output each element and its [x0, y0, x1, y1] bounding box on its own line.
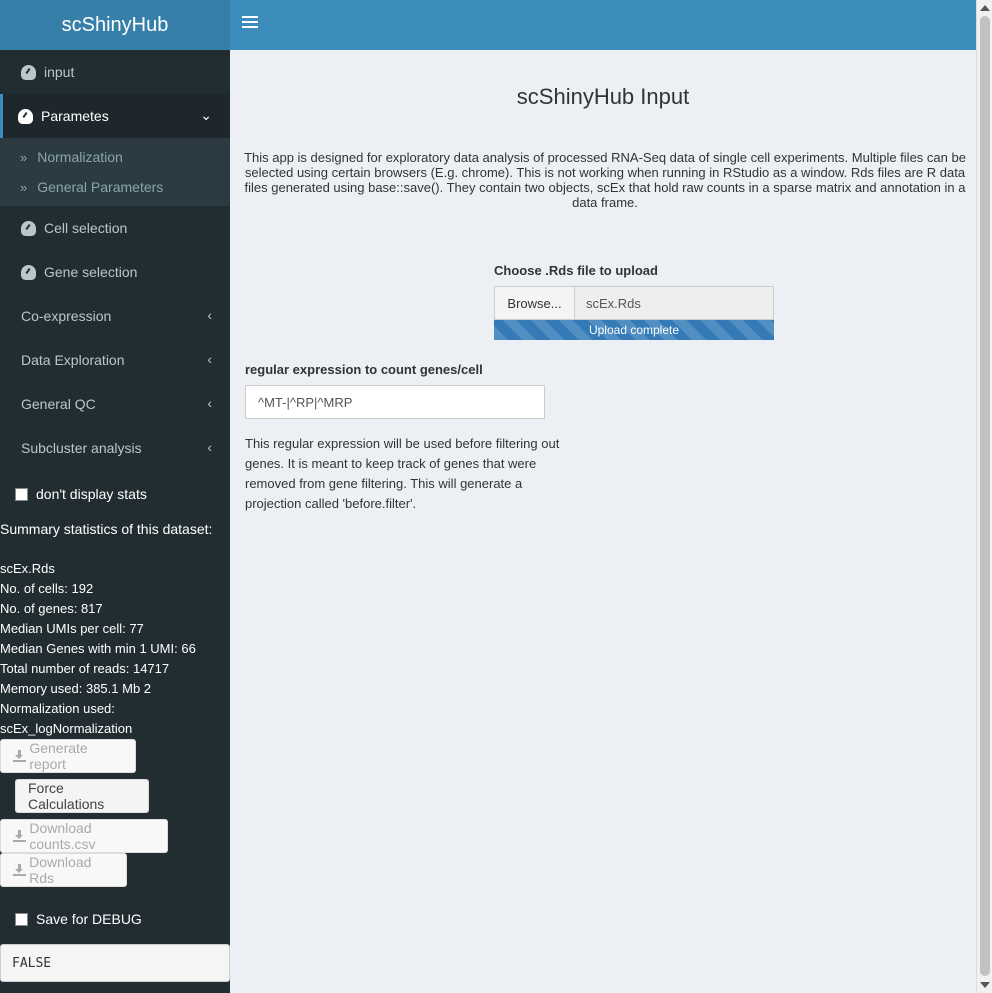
- parametes-submenu: » Normalization » General Parameters: [0, 138, 230, 206]
- sidebar-item-gene-selection[interactable]: Gene selection: [0, 250, 230, 294]
- file-upload: Browse... scEx.Rds: [494, 286, 774, 320]
- upload-label: Choose .Rds file to upload: [494, 263, 658, 278]
- sidebar-item-parametes[interactable]: Parametes ⌄: [0, 94, 230, 138]
- dashboard-icon: [21, 264, 36, 280]
- chevron-left-icon: ‹: [207, 351, 212, 367]
- sidebar-item-general-qc[interactable]: General QC ‹: [0, 382, 230, 426]
- sidebar-subitem-label: General Parameters: [37, 179, 164, 195]
- sidebar-item-cell-selection[interactable]: Cell selection: [0, 206, 230, 250]
- download-icon: [13, 864, 26, 876]
- stat-line: scEx.Rds: [0, 561, 55, 576]
- sidebar-item-label: Subcluster analysis: [21, 440, 142, 456]
- double-chevron-right-icon: »: [20, 149, 28, 165]
- stat-line: Normalization used:: [0, 701, 115, 716]
- main-content: scShinyHub Input This app is designed fo…: [230, 50, 976, 993]
- sidebar: input Parametes ⌄ » Normalization » General…: [0, 50, 230, 993]
- sidebar-subitem-general-parameters[interactable]: » General Parameters: [0, 172, 230, 202]
- stat-line: No. of cells: 192: [0, 581, 94, 596]
- stat-line: Total number of reads: 14717: [0, 661, 170, 676]
- sidebar-item-subcluster-analysis[interactable]: Subcluster analysis ‹: [0, 426, 230, 470]
- button-label: Generate report: [29, 740, 88, 772]
- button-label: Download counts.csv: [29, 820, 96, 852]
- regex-input[interactable]: [245, 385, 545, 419]
- double-chevron-right-icon: »: [20, 179, 28, 195]
- download-counts-button[interactable]: Download counts.csv: [0, 819, 168, 853]
- page-title: scShinyHub Input: [516, 84, 690, 109]
- sidebar-item-label: Gene selection: [44, 264, 138, 280]
- dashboard-icon: [21, 64, 36, 80]
- stat-line: Memory used: 385.1 Mb 2: [0, 681, 152, 696]
- checkbox-box[interactable]: [15, 487, 28, 501]
- sidebar-item-co-expression[interactable]: Co-expression ‹: [0, 294, 230, 338]
- sidebar-subitem-normalization[interactable]: » Normalization: [0, 142, 230, 172]
- upload-progress-bar: Upload complete: [494, 320, 774, 340]
- generate-report-button[interactable]: Generate report: [0, 739, 136, 773]
- download-rds-button[interactable]: Download Rds: [0, 853, 127, 887]
- app-logo[interactable]: scShinyHub: [0, 0, 230, 50]
- upload-status: Upload complete: [588, 323, 680, 337]
- chevron-left-icon: ‹: [207, 439, 212, 455]
- scrollbar-thumb[interactable]: [980, 16, 990, 976]
- save-for-debug-checkbox[interactable]: Save for DEBUG: [0, 908, 142, 930]
- sidebar-item-input[interactable]: input: [0, 50, 230, 94]
- regex-label: regular expression to count genes/cell: [245, 362, 483, 377]
- dashboard-icon: [18, 108, 33, 124]
- button-label: Download Rds: [29, 854, 92, 886]
- sidebar-subitem-label: Normalization: [37, 149, 123, 165]
- browse-button[interactable]: Browse...: [495, 287, 575, 319]
- stats-list: scEx.Rds No. of cells: 192 No. of genes:…: [0, 559, 230, 739]
- force-calculations-button[interactable]: Force Calculations: [15, 779, 149, 813]
- button-label: Force Calculations: [28, 780, 105, 812]
- stats-area: don't display stats Summary statistics o…: [0, 483, 230, 739]
- sidebar-item-label: General QC: [21, 396, 96, 412]
- file-name-field[interactable]: scEx.Rds: [575, 287, 773, 319]
- page-scrollbar[interactable]: [976, 0, 992, 993]
- sidebar-item-label: Data Exploration: [21, 352, 125, 368]
- sidebar-item-label: input: [44, 64, 75, 80]
- download-icon: [13, 830, 26, 842]
- chevron-left-icon: ‹: [207, 307, 212, 323]
- checkbox-box[interactable]: [15, 912, 28, 926]
- stat-line: scEx_logNormalization: [0, 721, 133, 736]
- download-icon: [13, 750, 26, 762]
- app-description: This app is designed for exploratory dat…: [244, 150, 966, 210]
- stats-title: Summary statistics of this dataset:: [0, 521, 213, 537]
- stat-line: No. of genes: 817: [0, 601, 103, 616]
- chevron-left-icon: ‹: [207, 395, 212, 411]
- regex-help-text: This regular expression will be used bef…: [245, 436, 560, 511]
- sidebar-toggle-icon[interactable]: [242, 16, 258, 34]
- top-navbar: [230, 0, 976, 50]
- sidebar-item-data-exploration[interactable]: Data Exploration ‹: [0, 338, 230, 382]
- dont-display-stats-checkbox[interactable]: don't display stats: [0, 483, 230, 505]
- scroll-up-arrow-icon[interactable]: [980, 5, 990, 11]
- debug-output: FALSE: [0, 944, 230, 982]
- stat-line: Median Genes with min 1 UMI: 66: [0, 641, 196, 656]
- stat-line: Median UMIs per cell: 77: [0, 621, 144, 636]
- dashboard-icon: [21, 220, 36, 236]
- checkbox-label: don't display stats: [36, 486, 147, 502]
- scroll-down-arrow-icon[interactable]: [980, 982, 990, 988]
- sidebar-item-label: Parametes: [41, 108, 109, 124]
- chevron-down-icon: ⌄: [200, 107, 212, 123]
- checkbox-label: Save for DEBUG: [36, 911, 142, 927]
- sidebar-item-label: Cell selection: [44, 220, 128, 236]
- sidebar-item-label: Co-expression: [21, 308, 112, 324]
